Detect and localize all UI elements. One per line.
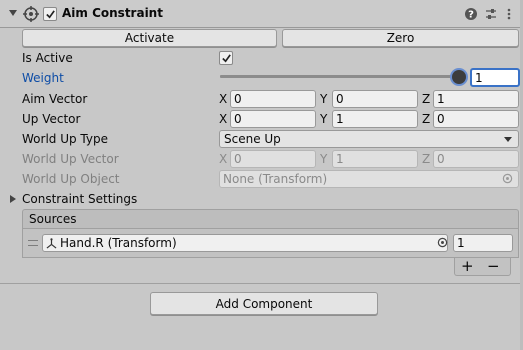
- world-up-type-dropdown[interactable]: Scene Up: [219, 130, 519, 148]
- presets-icon[interactable]: [483, 6, 499, 22]
- svg-text:?: ?: [468, 10, 474, 21]
- source-object-picker-icon[interactable]: [437, 237, 448, 251]
- is-active-checkbox[interactable]: [219, 51, 233, 65]
- more-options-icon[interactable]: [501, 6, 517, 22]
- foldout-arrow-icon[interactable]: [9, 10, 17, 16]
- world-up-type-value: Scene Up: [224, 132, 281, 146]
- aim-vector-x-axis-label: X: [219, 92, 228, 106]
- world-up-vector-z-axis-label: Z: [422, 152, 431, 166]
- aim-vector-z-axis-label: Z: [422, 92, 431, 106]
- section-divider: [0, 283, 523, 284]
- sources-header-label: Sources: [29, 212, 77, 226]
- world-up-object-value: None (Transform): [223, 172, 328, 186]
- world-up-type-label: World Up Type: [22, 132, 108, 146]
- aim-vector-label: Aim Vector: [22, 92, 88, 106]
- aim-vector-x-field[interactable]: 0: [230, 90, 316, 108]
- up-vector-z-axis-label: Z: [422, 112, 431, 126]
- up-vector-z-field[interactable]: 0: [433, 110, 519, 128]
- drag-handle-icon[interactable]: [28, 240, 38, 246]
- world-up-object-label: World Up Object: [22, 172, 120, 186]
- world-up-vector-z-field: 0: [433, 150, 519, 168]
- world-up-vector-x-axis-label: X: [219, 152, 228, 166]
- world-up-vector-x-field: 0: [230, 150, 316, 168]
- up-vector-x-axis-label: X: [219, 112, 228, 126]
- world-up-vector-y-axis-label: Y: [320, 152, 328, 166]
- up-vector-y-axis-label: Y: [320, 112, 328, 126]
- weight-field[interactable]: 1: [470, 68, 520, 87]
- aim-vector-y-field[interactable]: 0: [332, 90, 418, 108]
- constraint-settings-arrow-icon[interactable]: [10, 195, 16, 203]
- up-vector-x-field[interactable]: 0: [230, 110, 316, 128]
- constraint-settings-foldout[interactable]: Constraint Settings: [22, 192, 137, 206]
- activate-button[interactable]: Activate: [22, 29, 277, 47]
- sources-list-header: Sources: [22, 209, 519, 229]
- source-object-field[interactable]: Hand.R (Transform): [42, 234, 448, 252]
- help-icon[interactable]: ?: [463, 6, 479, 22]
- remove-source-button[interactable]: −: [487, 257, 500, 275]
- dropdown-arrow-icon: [504, 137, 512, 142]
- world-up-vector-y-field: 1: [332, 150, 418, 168]
- world-up-object-field: None (Transform): [219, 170, 519, 188]
- weight-slider-thumb[interactable]: [452, 70, 466, 84]
- weight-slider-track[interactable]: [220, 75, 464, 78]
- object-picker-icon: [502, 173, 513, 187]
- component-enabled-checkbox[interactable]: [43, 7, 57, 21]
- add-component-button[interactable]: Add Component: [150, 292, 378, 315]
- add-source-button[interactable]: +: [461, 257, 474, 275]
- source-weight-field[interactable]: 1: [453, 234, 513, 252]
- transform-icon: [46, 237, 57, 249]
- aim-constraint-icon: [23, 6, 39, 22]
- source-object-value: Hand.R (Transform): [60, 236, 177, 250]
- aim-vector-y-axis-label: Y: [320, 92, 328, 106]
- component-title: Aim Constraint: [62, 6, 163, 20]
- aim-vector-z-field[interactable]: 1: [433, 90, 519, 108]
- up-vector-label: Up Vector: [22, 112, 81, 126]
- is-active-label: Is Active: [22, 51, 73, 65]
- zero-button[interactable]: Zero: [282, 29, 519, 47]
- up-vector-y-field[interactable]: 1: [332, 110, 418, 128]
- weight-label: Weight: [22, 71, 64, 85]
- world-up-vector-label: World Up Vector: [22, 152, 119, 166]
